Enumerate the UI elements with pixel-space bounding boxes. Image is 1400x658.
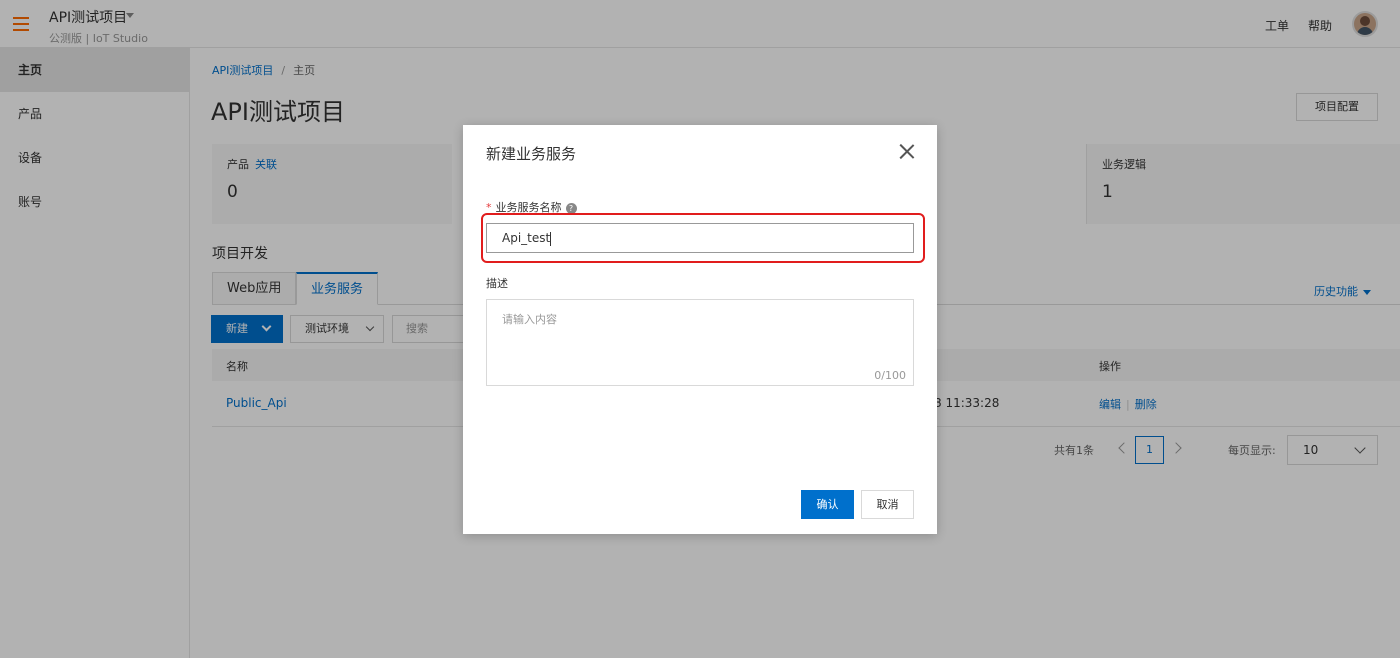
description-placeholder: 请输入内容: [502, 313, 557, 326]
character-counter: 0/100: [874, 369, 906, 382]
text-cursor: [550, 231, 552, 246]
cancel-button[interactable]: 取消: [861, 490, 914, 519]
description-label: 描述: [486, 277, 508, 290]
confirm-button[interactable]: 确认: [801, 490, 854, 519]
description-textarea[interactable]: 请输入内容 0/100: [486, 299, 914, 386]
service-name-input[interactable]: Api_test: [486, 223, 914, 253]
close-icon[interactable]: [898, 143, 916, 161]
dialog-title: 新建业务服务: [486, 145, 577, 163]
new-service-dialog: 新建业务服务 * 业务服务名称? Api_test 描述 请输入内容 0/100 …: [463, 125, 937, 534]
help-icon[interactable]: ?: [565, 202, 577, 214]
